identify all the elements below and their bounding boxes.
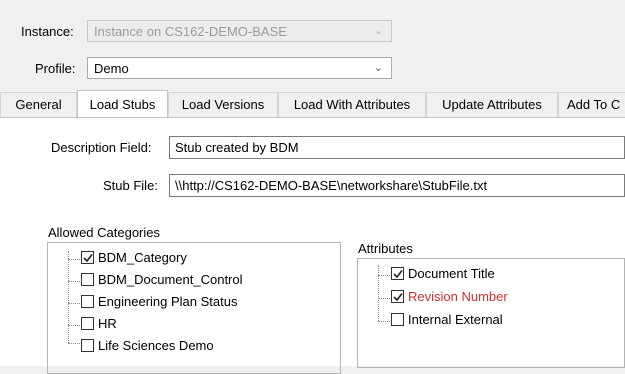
attributes-title: Attributes	[358, 241, 413, 256]
category-label: Engineering Plan Status	[98, 294, 238, 309]
checkmark-icon	[393, 293, 403, 302]
checkbox[interactable]	[81, 295, 94, 308]
stub-file-label: Stub File:	[103, 178, 158, 193]
attribute-label: Internal External	[408, 312, 503, 327]
checkbox[interactable]	[391, 290, 404, 303]
checkmark-icon	[393, 270, 403, 279]
description-field-input[interactable]: Stub created by BDM	[169, 136, 625, 159]
category-label: Life Sciences Demo	[98, 338, 214, 353]
category-label: BDM_Document_Control	[98, 272, 243, 287]
tab-load-versions[interactable]: Load Versions	[168, 92, 278, 117]
checkmark-icon	[83, 254, 93, 263]
stub-file-input[interactable]: \\http://CS162-DEMO-BASE\networkshare\St…	[169, 174, 625, 197]
profile-label: Profile:	[35, 61, 76, 76]
category-label: BDM_Category	[98, 250, 187, 265]
attribute-label: Revision Number	[408, 289, 508, 304]
description-field-label: Description Field:	[51, 140, 152, 155]
profile-dropdown[interactable]: Demo ⌄	[87, 57, 392, 79]
attribute-label: Document Title	[408, 266, 495, 281]
category-label: HR	[98, 316, 117, 331]
chevron-down-icon: ⌄	[373, 62, 383, 74]
allowed-categories-title: Allowed Categories	[48, 225, 161, 240]
tab-bar: General Load Stubs Load Versions Load Wi…	[0, 90, 625, 119]
instance-label: Instance:	[21, 24, 74, 39]
allowed-categories-tree: BDM_Category BDM_Document_Control Engine…	[47, 242, 341, 374]
tab-add-to[interactable]: Add To C	[558, 92, 625, 117]
instance-dropdown: Instance on CS162-DEMO-BASE ⌄	[87, 20, 392, 42]
attributes-tree: Document Title Revision Number Internal …	[357, 258, 625, 368]
instance-value: Instance on CS162-DEMO-BASE	[94, 24, 287, 39]
profile-value: Demo	[94, 61, 129, 76]
checkbox[interactable]	[391, 313, 404, 326]
checkbox[interactable]	[81, 317, 94, 330]
tab-panel-load-stubs: Description Field: Stub created by BDM S…	[0, 117, 625, 374]
checkbox[interactable]	[81, 339, 94, 352]
checkbox[interactable]	[391, 267, 404, 280]
checkbox[interactable]	[81, 273, 94, 286]
tab-update-attributes[interactable]: Update Attributes	[426, 92, 558, 117]
checkbox[interactable]	[81, 251, 94, 264]
tab-general[interactable]: General	[0, 92, 77, 117]
tab-load-stubs[interactable]: Load Stubs	[77, 90, 168, 119]
tab-load-with-attributes[interactable]: Load With Attributes	[278, 92, 426, 117]
chevron-down-icon: ⌄	[373, 25, 383, 37]
